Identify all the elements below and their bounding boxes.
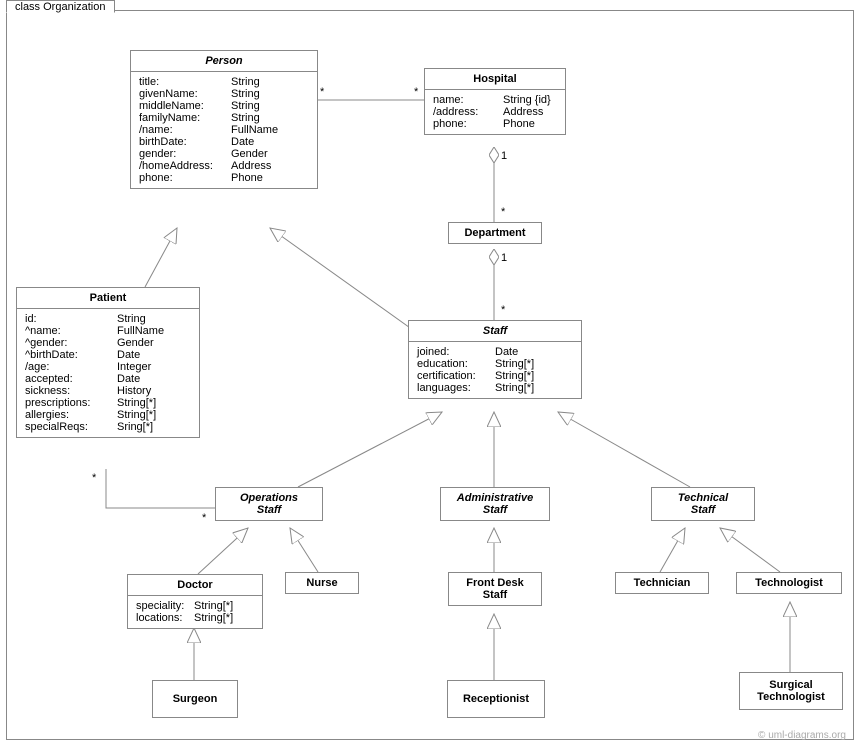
- watermark: © uml-diagrams.org: [758, 730, 846, 741]
- class-title: Nurse: [286, 573, 358, 593]
- class-title: Person: [131, 51, 317, 71]
- class-title: Receptionist: [448, 681, 544, 717]
- mult: 1: [501, 150, 507, 162]
- mult: *: [501, 206, 505, 218]
- class-technical-staff: TechnicalStaff: [651, 487, 755, 521]
- class-patient: Patient id:String ^name:FullName ^gender…: [16, 287, 200, 438]
- mult: *: [92, 472, 96, 484]
- class-surgeon: Surgeon: [152, 680, 238, 718]
- class-title: Staff: [409, 321, 581, 341]
- class-title: Front DeskStaff: [449, 573, 541, 605]
- class-title: Doctor: [128, 575, 262, 595]
- class-doctor: Doctor speciality:String[*] locations:St…: [127, 574, 263, 629]
- class-operations-staff: OperationsStaff: [215, 487, 323, 521]
- class-title: SurgicalTechnologist: [740, 673, 842, 709]
- class-front-desk-staff: Front DeskStaff: [448, 572, 542, 606]
- mult: *: [202, 512, 206, 524]
- class-attrs: joined:Date education:String[*] certific…: [409, 341, 581, 398]
- class-attrs: title:String givenName:String middleName…: [131, 71, 317, 188]
- class-title: OperationsStaff: [216, 488, 322, 520]
- class-title: AdministrativeStaff: [441, 488, 549, 520]
- class-surgical-technologist: SurgicalTechnologist: [739, 672, 843, 710]
- class-technician: Technician: [615, 572, 709, 594]
- class-administrative-staff: AdministrativeStaff: [440, 487, 550, 521]
- class-receptionist: Receptionist: [447, 680, 545, 718]
- class-title: TechnicalStaff: [652, 488, 754, 520]
- class-title: Technologist: [737, 573, 841, 593]
- mult: *: [414, 86, 418, 98]
- class-title: Patient: [17, 288, 199, 308]
- class-title: Hospital: [425, 69, 565, 89]
- mult: *: [320, 86, 324, 98]
- class-title: Department: [449, 223, 541, 243]
- class-attrs: speciality:String[*] locations:String[*]: [128, 595, 262, 628]
- class-title: Surgeon: [153, 681, 237, 717]
- class-person: Person title:String givenName:String mid…: [130, 50, 318, 189]
- class-staff: Staff joined:Date education:String[*] ce…: [408, 320, 582, 399]
- class-technologist: Technologist: [736, 572, 842, 594]
- class-title: Technician: [616, 573, 708, 593]
- class-nurse: Nurse: [285, 572, 359, 594]
- frame-title: class Organization: [6, 0, 115, 13]
- mult: 1: [501, 252, 507, 264]
- class-attrs: name:String {id} /address:Address phone:…: [425, 89, 565, 134]
- class-hospital: Hospital name:String {id} /address:Addre…: [424, 68, 566, 135]
- class-attrs: id:String ^name:FullName ^gender:Gender …: [17, 308, 199, 437]
- mult: *: [501, 304, 505, 316]
- class-department: Department: [448, 222, 542, 244]
